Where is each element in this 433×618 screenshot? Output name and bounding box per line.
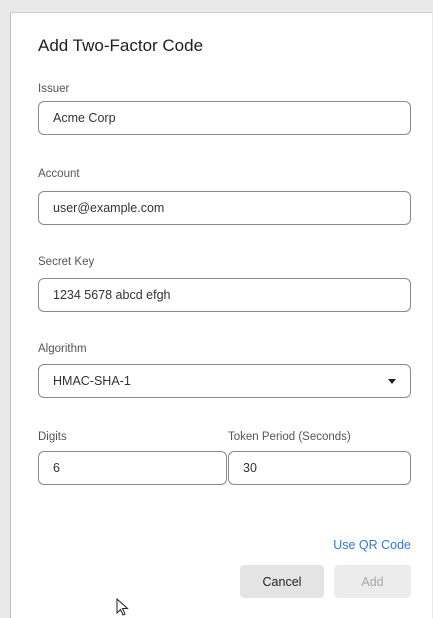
mouse-pointer-icon: [116, 598, 129, 616]
digits-input[interactable]: [38, 451, 227, 485]
add-two-factor-dialog: Add Two-Factor Code Issuer Account Secre…: [10, 12, 432, 618]
cancel-button[interactable]: Cancel: [240, 565, 324, 598]
use-qr-code-link[interactable]: Use QR Code: [333, 538, 411, 552]
token-period-input[interactable]: [228, 451, 411, 485]
token-period-label: Token Period (Seconds): [228, 431, 351, 443]
account-input[interactable]: [38, 191, 411, 225]
dialog-title: Add Two-Factor Code: [38, 36, 204, 55]
secret-key-label: Secret Key: [38, 256, 95, 268]
algorithm-label: Algorithm: [38, 343, 87, 355]
digits-label: Digits: [38, 431, 67, 443]
algorithm-selected-value: HMAC-SHA-1: [53, 374, 131, 388]
secret-key-input[interactable]: [38, 278, 411, 312]
issuer-input[interactable]: [38, 101, 411, 135]
issuer-label: Issuer: [38, 83, 70, 95]
algorithm-select[interactable]: HMAC-SHA-1: [38, 364, 411, 398]
screen: Add Two-Factor Code Issuer Account Secre…: [0, 0, 433, 618]
account-label: Account: [38, 168, 80, 180]
add-button[interactable]: Add: [334, 565, 411, 598]
chevron-down-icon: [388, 379, 396, 384]
